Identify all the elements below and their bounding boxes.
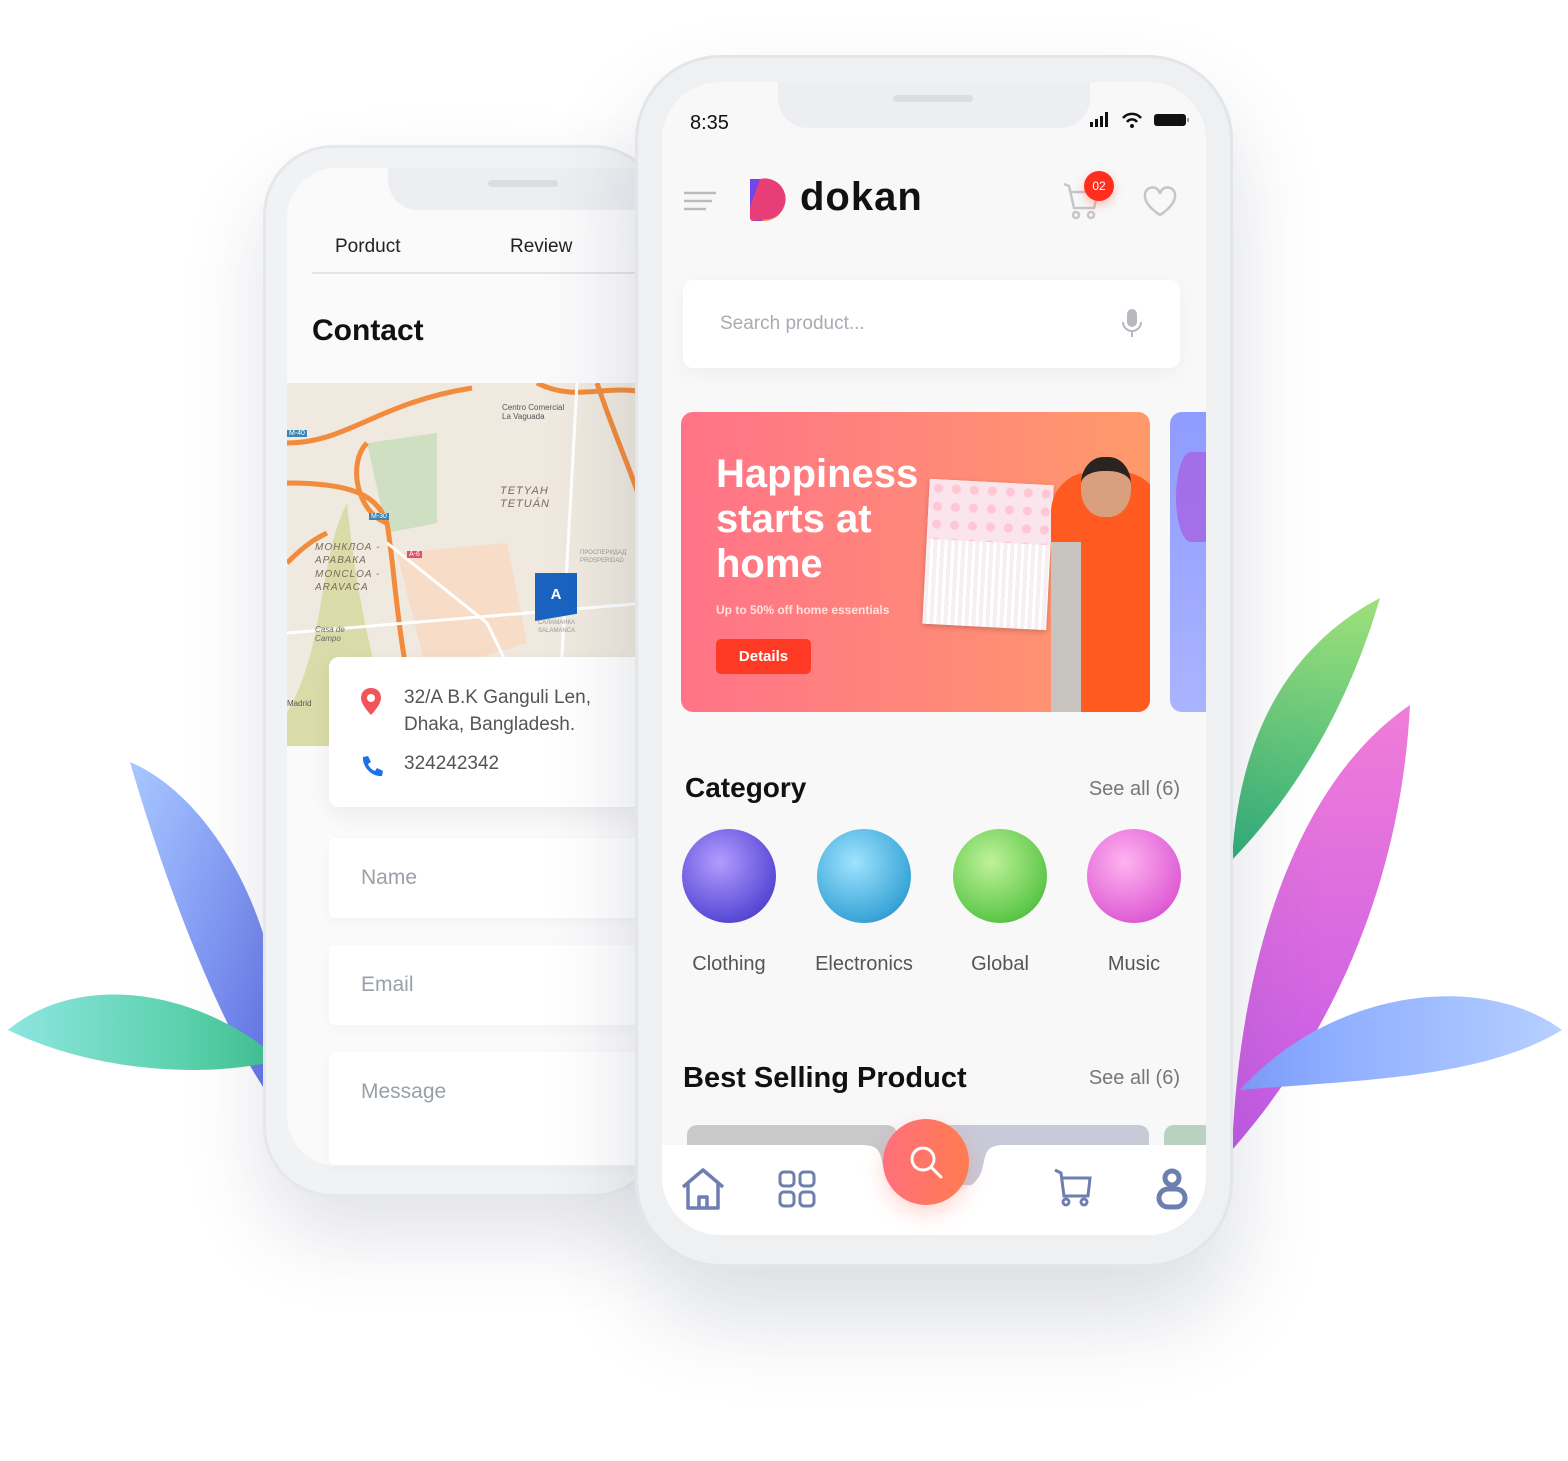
battery-icon bbox=[1154, 114, 1189, 126]
category-global[interactable]: Global bbox=[952, 829, 1048, 976]
map-label: Centro Comercial bbox=[502, 403, 565, 412]
best-selling-title: Best Selling Product bbox=[683, 1062, 967, 1094]
map-marker[interactable]: A bbox=[535, 573, 577, 621]
wifi-icon bbox=[1122, 112, 1142, 123]
heart-icon[interactable] bbox=[1142, 186, 1178, 218]
map-label: МОНКЛОА - АРАВАКА bbox=[315, 542, 381, 566]
brand-name: dokan bbox=[800, 175, 923, 219]
promo-banner[interactable]: Happiness starts at home Up to 50% off h… bbox=[681, 412, 1150, 712]
map-label: САЛАМАНКА bbox=[538, 620, 576, 626]
banner-title-line: Happiness bbox=[716, 452, 919, 496]
category-image bbox=[1087, 829, 1181, 923]
map-road-badge: M-40 bbox=[287, 430, 307, 437]
map-label: MONCLOA - ARAVACA bbox=[315, 569, 381, 593]
map-label: SALAMANCA bbox=[538, 628, 576, 634]
category-image bbox=[817, 829, 911, 923]
search-fab-button[interactable] bbox=[883, 1119, 969, 1205]
banner-title-line: starts at bbox=[716, 497, 872, 541]
home-icon[interactable] bbox=[680, 1167, 726, 1211]
page-title: Contact bbox=[312, 314, 424, 347]
man-image bbox=[1051, 457, 1150, 712]
shopping-bag-image bbox=[922, 478, 1054, 631]
status-icons bbox=[1090, 112, 1189, 128]
map-label: Casa de Campo bbox=[315, 625, 345, 643]
category-label: Electronics bbox=[815, 953, 913, 975]
category-title: Category bbox=[685, 772, 807, 803]
category-image bbox=[682, 829, 776, 923]
microphone-icon[interactable] bbox=[1121, 308, 1143, 340]
best-selling-see-all-link[interactable]: See all (6) bbox=[1089, 1067, 1180, 1090]
map-label: La Vaguada bbox=[502, 412, 545, 421]
next-banner-peek[interactable] bbox=[1170, 412, 1206, 712]
category-image bbox=[953, 829, 1047, 923]
contact-info-card: 32/A B.K Ganguli Len, Dhaka, Bangladesh.… bbox=[329, 657, 649, 807]
tab-divider bbox=[312, 272, 647, 274]
dokan-logo-icon bbox=[749, 178, 786, 221]
map-road-badge: M-30 bbox=[369, 513, 389, 520]
category-see-all-link[interactable]: See all (6) bbox=[1089, 778, 1180, 801]
home-screen: 8:35 dokan 02 Search product... Happines… bbox=[662, 82, 1206, 1235]
cart-badge: 02 bbox=[1084, 171, 1114, 201]
address-line-1: 32/A B.K Ganguli Len, bbox=[404, 687, 591, 708]
signal-icon bbox=[1090, 112, 1108, 127]
map-label: ПРОСПЕРИДАД bbox=[580, 550, 627, 556]
category-clothing[interactable]: Clothing bbox=[681, 829, 777, 976]
tab-review[interactable]: Review bbox=[510, 236, 572, 258]
name-field[interactable]: Name bbox=[329, 838, 649, 918]
category-electronics[interactable]: Electronics bbox=[815, 829, 913, 976]
user-icon[interactable] bbox=[1156, 1167, 1188, 1211]
front-phone-notch bbox=[778, 82, 1090, 128]
phone-icon bbox=[362, 756, 383, 777]
map-label: TETUÁN bbox=[500, 498, 550, 510]
map-label: TETYAH bbox=[500, 485, 549, 497]
category-label: Global bbox=[971, 953, 1029, 975]
banner-subtitle: Up to 50% off home essentials bbox=[716, 603, 890, 617]
address-line-2: Dhaka, Bangladesh. bbox=[404, 714, 576, 735]
phone-number[interactable]: 324242342 bbox=[404, 753, 499, 775]
search-input[interactable]: Search product... bbox=[683, 280, 1180, 368]
menu-icon[interactable] bbox=[682, 190, 718, 214]
message-field[interactable]: Message bbox=[329, 1052, 649, 1165]
map-label: PROSPERIDAD bbox=[580, 558, 624, 564]
grid-icon[interactable] bbox=[778, 1170, 816, 1208]
tab-product[interactable]: Porduct bbox=[335, 236, 400, 258]
location-pin-icon bbox=[361, 688, 381, 715]
status-time: 8:35 bbox=[690, 112, 729, 134]
category-label: Clothing bbox=[692, 953, 766, 975]
cart-nav-icon[interactable] bbox=[1054, 1168, 1092, 1208]
map-road-badge: A-6 bbox=[407, 551, 422, 558]
category-music[interactable]: Music bbox=[1086, 829, 1182, 976]
category-label: Music bbox=[1107, 953, 1161, 975]
banner-title: Happiness starts at home bbox=[716, 452, 918, 587]
details-button[interactable]: Details bbox=[716, 639, 811, 674]
email-field[interactable]: Email bbox=[329, 945, 649, 1025]
search-icon bbox=[910, 1146, 943, 1179]
search-placeholder: Search product... bbox=[720, 313, 865, 334]
map-label: Madrid bbox=[287, 699, 312, 708]
back-phone-notch bbox=[388, 168, 648, 210]
banner-title-line: home bbox=[716, 542, 823, 586]
